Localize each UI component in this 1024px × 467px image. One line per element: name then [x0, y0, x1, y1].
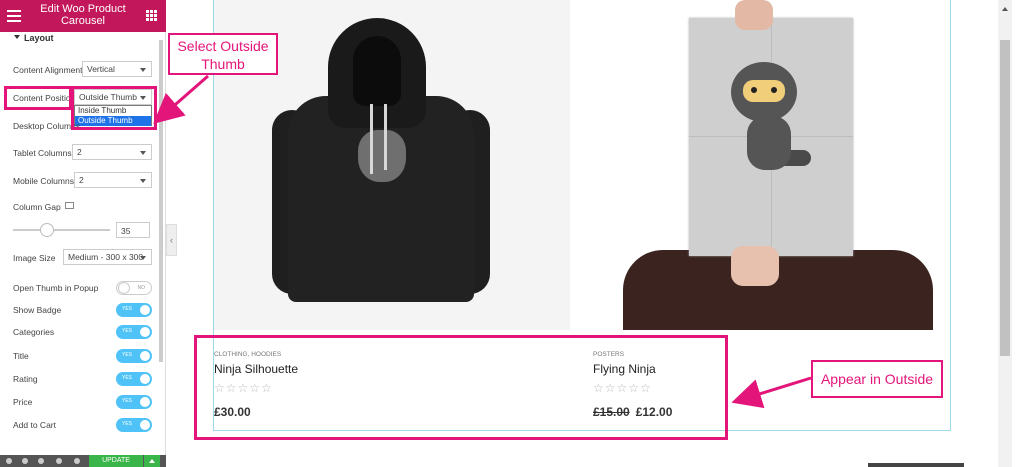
toggle-knob	[139, 350, 151, 362]
section-layout[interactable]: Layout	[0, 32, 160, 46]
toggle-switch[interactable]: NO	[116, 281, 152, 295]
update-options-button[interactable]	[144, 455, 160, 467]
content-alignment-select[interactable]: Vertical	[82, 61, 152, 77]
hoodie-string	[370, 104, 373, 174]
callout-select-outside-thumb: Select Outside Thumb	[168, 33, 278, 75]
ninja-face	[743, 80, 785, 102]
chevron-down-icon	[140, 256, 146, 260]
toggle-state: YES	[122, 306, 133, 312]
highlight-content-position-select	[71, 86, 157, 130]
chevron-up-icon	[149, 459, 155, 463]
toggle-switch[interactable]: YES	[116, 372, 152, 386]
toggle-knob	[118, 282, 130, 294]
select-value: Medium - 300 x 300	[68, 252, 144, 262]
caret-down-icon	[14, 35, 20, 39]
toggle-switch[interactable]: YES	[116, 349, 152, 363]
page-scrollbar[interactable]	[998, 0, 1012, 467]
toggle-state: NO	[137, 285, 146, 291]
column-gap-label: Column Gap	[13, 202, 61, 212]
section-label: Layout	[24, 33, 54, 43]
chevron-down-icon	[140, 68, 146, 72]
panel-footer: UPDATE	[0, 455, 166, 467]
image-size-label: Image Size	[13, 253, 56, 263]
panel-header: Edit Woo Product Carousel	[0, 0, 166, 32]
column-gap-slider-handle[interactable]	[39, 223, 54, 237]
toggle-knob	[139, 396, 151, 408]
toggle-label: Title	[13, 351, 29, 361]
toggle-switch[interactable]: YES	[116, 325, 152, 339]
section-guide-right	[950, 0, 951, 430]
toggle-knob	[139, 326, 151, 338]
hoodie-ninja-logo	[358, 130, 406, 182]
column-gap-slider-track[interactable]	[13, 229, 110, 231]
collapse-panel-button[interactable]: ‹	[166, 224, 177, 256]
highlight-content-position-label	[4, 86, 72, 110]
editor-panel: Edit Woo Product Carousel Layout Content…	[0, 0, 166, 467]
select-value: Vertical	[87, 64, 115, 74]
editor-window: Edit Woo Product Carousel Layout Content…	[0, 0, 1024, 467]
hand	[735, 0, 773, 30]
mobile-columns-select[interactable]: 2	[74, 172, 152, 188]
toggle-state: YES	[122, 328, 133, 334]
ninja-body	[747, 116, 791, 170]
column-gap-input[interactable]: 35	[116, 222, 150, 238]
select-value: 2	[77, 147, 82, 157]
history-icon[interactable]	[38, 458, 44, 464]
tablet-columns-select[interactable]: 2	[72, 144, 152, 160]
toggle-state: YES	[122, 421, 133, 427]
toggle-label: Categories	[13, 327, 55, 337]
responsive-mode-icon[interactable]	[56, 458, 62, 464]
hamburger-menu-icon[interactable]	[7, 10, 21, 22]
toggle-label: Rating	[13, 374, 38, 384]
product-image-poster[interactable]	[593, 0, 949, 330]
settings-icon[interactable]	[6, 458, 12, 464]
ninja-eye	[751, 87, 757, 93]
navigator-icon[interactable]	[22, 458, 28, 464]
toggle-state: YES	[122, 375, 133, 381]
tablet-columns-label: Tablet Columns	[13, 148, 72, 158]
toggle-label: Show Badge	[13, 305, 62, 315]
toggle-state: YES	[122, 398, 133, 404]
update-button[interactable]: UPDATE	[89, 455, 143, 467]
page-scrollbar-thumb[interactable]	[1000, 40, 1010, 356]
chevron-down-icon	[140, 179, 146, 183]
hoodie-string	[384, 104, 387, 170]
image-size-select[interactable]: Medium - 300 x 300	[63, 249, 152, 265]
toggle-label: Add to Cart	[13, 420, 56, 430]
content-alignment-label: Content Alignment	[13, 65, 83, 75]
arrow-to-select	[153, 74, 209, 124]
highlight-product-info	[194, 335, 728, 440]
panel-scrollbar[interactable]	[159, 40, 163, 362]
toggle-state: YES	[122, 352, 133, 358]
chevron-down-icon	[140, 151, 146, 155]
hoodie-opening	[353, 36, 401, 106]
panel-title: Edit Woo Product Carousel	[40, 3, 126, 27]
hand	[731, 246, 779, 286]
toggle-label: Price	[13, 397, 33, 407]
toggle-knob	[139, 304, 151, 316]
toggle-switch[interactable]: YES	[116, 418, 152, 432]
widgets-grid-icon[interactable]	[146, 10, 157, 21]
mobile-columns-label: Mobile Columns	[13, 176, 74, 186]
scroll-up-arrow-icon[interactable]	[1002, 7, 1008, 11]
toggle-label: Open Thumb in Popup	[13, 283, 99, 293]
toggle-knob	[139, 373, 151, 385]
select-value: 2	[79, 175, 84, 185]
bottom-strip	[868, 463, 964, 467]
toggle-switch[interactable]: YES	[116, 303, 152, 317]
preview-eye-icon[interactable]	[74, 458, 80, 464]
toggle-switch[interactable]: YES	[116, 395, 152, 409]
callout-appear-in-outside: Appear in Outside	[811, 360, 943, 398]
arrow-to-product-info	[731, 376, 812, 409]
desktop-device-icon[interactable]	[65, 202, 74, 209]
ninja-eye	[771, 87, 777, 93]
toggle-knob	[139, 419, 151, 431]
